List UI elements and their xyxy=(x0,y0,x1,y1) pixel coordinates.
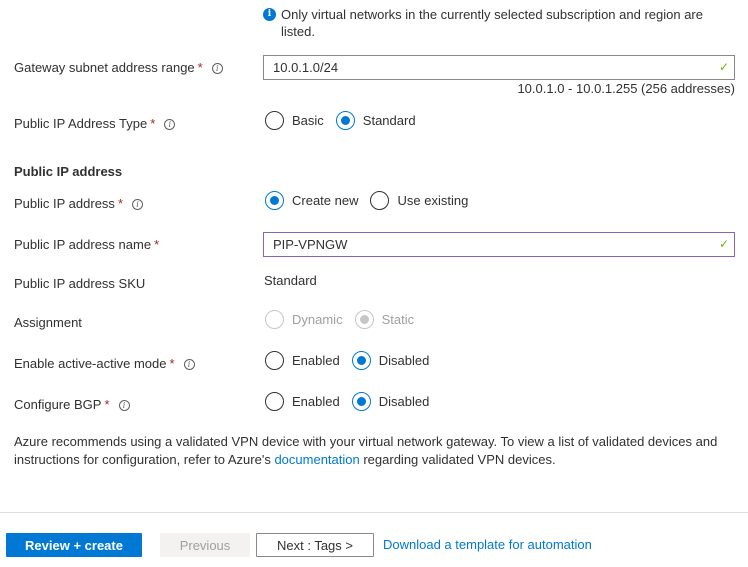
assignment-label: Assignment xyxy=(14,315,82,330)
public-ip-type-radio-group: Basic Standard xyxy=(265,111,428,130)
info-tooltip-icon[interactable]: i xyxy=(211,63,223,74)
radio-label: Disabled xyxy=(378,394,430,409)
configure-bgp-label: Configure BGP * i xyxy=(14,397,130,412)
required-marker: * xyxy=(104,397,110,412)
radio-circle-icon xyxy=(265,351,284,370)
public-ip-name-value: PIP-VPNGW xyxy=(273,237,348,252)
required-marker: * xyxy=(197,60,203,75)
radio-circle-icon xyxy=(351,351,371,370)
radio-circle-icon xyxy=(265,191,284,210)
next-tags-button[interactable]: Next : Tags > xyxy=(256,533,374,557)
radio-circle-icon xyxy=(351,392,371,411)
radio-active-active-enabled[interactable]: Enabled xyxy=(265,351,340,370)
radio-circle-icon xyxy=(335,111,355,130)
public-ip-name-label-text: Public IP address name xyxy=(14,237,152,252)
radio-create-new[interactable]: Create new xyxy=(265,191,358,210)
previous-button: Previous xyxy=(160,533,250,557)
radio-bgp-enabled[interactable]: Enabled xyxy=(265,392,340,411)
public-ip-section-title: Public IP address xyxy=(14,164,123,179)
public-ip-type-label-text: Public IP Address Type xyxy=(14,116,148,131)
gateway-subnet-input[interactable]: 10.0.1.0/24 ✓ xyxy=(263,55,735,80)
radio-label: Create new xyxy=(292,193,359,208)
info-tooltip-icon[interactable]: i xyxy=(183,359,195,370)
gateway-subnet-label-text: Gateway subnet address range xyxy=(14,60,195,75)
radio-bgp-disabled[interactable]: Disabled xyxy=(351,392,430,411)
documentation-link[interactable]: documentation xyxy=(274,452,359,467)
public-ip-name-label: Public IP address name * xyxy=(14,237,159,252)
checkmark-icon: ✓ xyxy=(718,60,729,74)
radio-use-existing[interactable]: Use existing xyxy=(370,191,468,210)
required-marker: * xyxy=(150,116,156,131)
info-tooltip-icon[interactable]: i xyxy=(164,119,176,130)
radio-static: Static xyxy=(354,310,415,329)
radio-circle-icon xyxy=(354,310,374,329)
required-marker: * xyxy=(117,196,123,211)
radio-circle-icon xyxy=(265,310,284,329)
radio-circle-icon xyxy=(265,392,284,411)
radio-label: Dynamic xyxy=(292,312,343,327)
radio-active-active-disabled[interactable]: Disabled xyxy=(351,351,430,370)
review-create-button[interactable]: Review + create xyxy=(6,533,142,557)
required-marker: * xyxy=(169,356,175,371)
configure-bgp-label-text: Configure BGP xyxy=(14,397,102,412)
info-icon: i xyxy=(263,8,276,21)
radio-label: Static xyxy=(381,312,415,327)
radio-circle-icon xyxy=(370,191,390,210)
info-tooltip-icon[interactable]: i xyxy=(132,199,143,210)
radio-dynamic: Dynamic xyxy=(265,310,343,329)
radio-label: Use existing xyxy=(397,193,469,208)
public-ip-name-input[interactable]: PIP-VPNGW ✓ xyxy=(263,232,735,257)
public-ip-sku-label: Public IP address SKU xyxy=(14,276,146,291)
active-active-label: Enable active-active mode * i xyxy=(14,356,195,371)
required-marker: * xyxy=(154,237,160,252)
radio-label: Disabled xyxy=(378,353,430,368)
radio-label: Standard xyxy=(362,113,416,128)
public-ip-radio-group: Create new Use existing xyxy=(265,191,480,210)
active-active-label-text: Enable active-active mode xyxy=(14,356,167,371)
checkmark-icon: ✓ xyxy=(718,237,729,251)
gateway-subnet-value: 10.0.1.0/24 xyxy=(273,60,339,75)
info-note-text: Only virtual networks in the currently s… xyxy=(281,7,703,39)
radio-standard[interactable]: Standard xyxy=(335,111,416,130)
address-range-info: 10.0.1.0 - 10.0.1.255 (256 addresses) xyxy=(517,81,735,96)
assignment-radio-group: Dynamic Static xyxy=(265,310,426,329)
public-ip-type-label: Public IP Address Type * i xyxy=(14,116,176,131)
radio-basic[interactable]: Basic xyxy=(265,111,324,130)
radio-circle-icon xyxy=(265,111,284,130)
public-ip-label: Public IP address * i xyxy=(14,196,143,211)
info-tooltip-icon[interactable]: i xyxy=(118,400,130,411)
radio-label: Enabled xyxy=(292,353,340,368)
configure-bgp-radio-group: Enabled Disabled xyxy=(265,392,441,411)
radio-label: Basic xyxy=(292,113,324,128)
active-active-radio-group: Enabled Disabled xyxy=(265,351,441,370)
download-template-link[interactable]: Download a template for automation xyxy=(383,537,592,552)
recommendation-text-end: regarding validated VPN devices. xyxy=(359,452,556,467)
footer-divider xyxy=(0,512,748,513)
vpn-device-recommendation: Azure recommends using a validated VPN d… xyxy=(14,433,734,469)
radio-label: Enabled xyxy=(292,394,340,409)
gateway-subnet-label: Gateway subnet address range * i xyxy=(14,60,223,75)
public-ip-label-text: Public IP address xyxy=(14,196,115,211)
public-ip-sku-value: Standard xyxy=(264,273,317,288)
